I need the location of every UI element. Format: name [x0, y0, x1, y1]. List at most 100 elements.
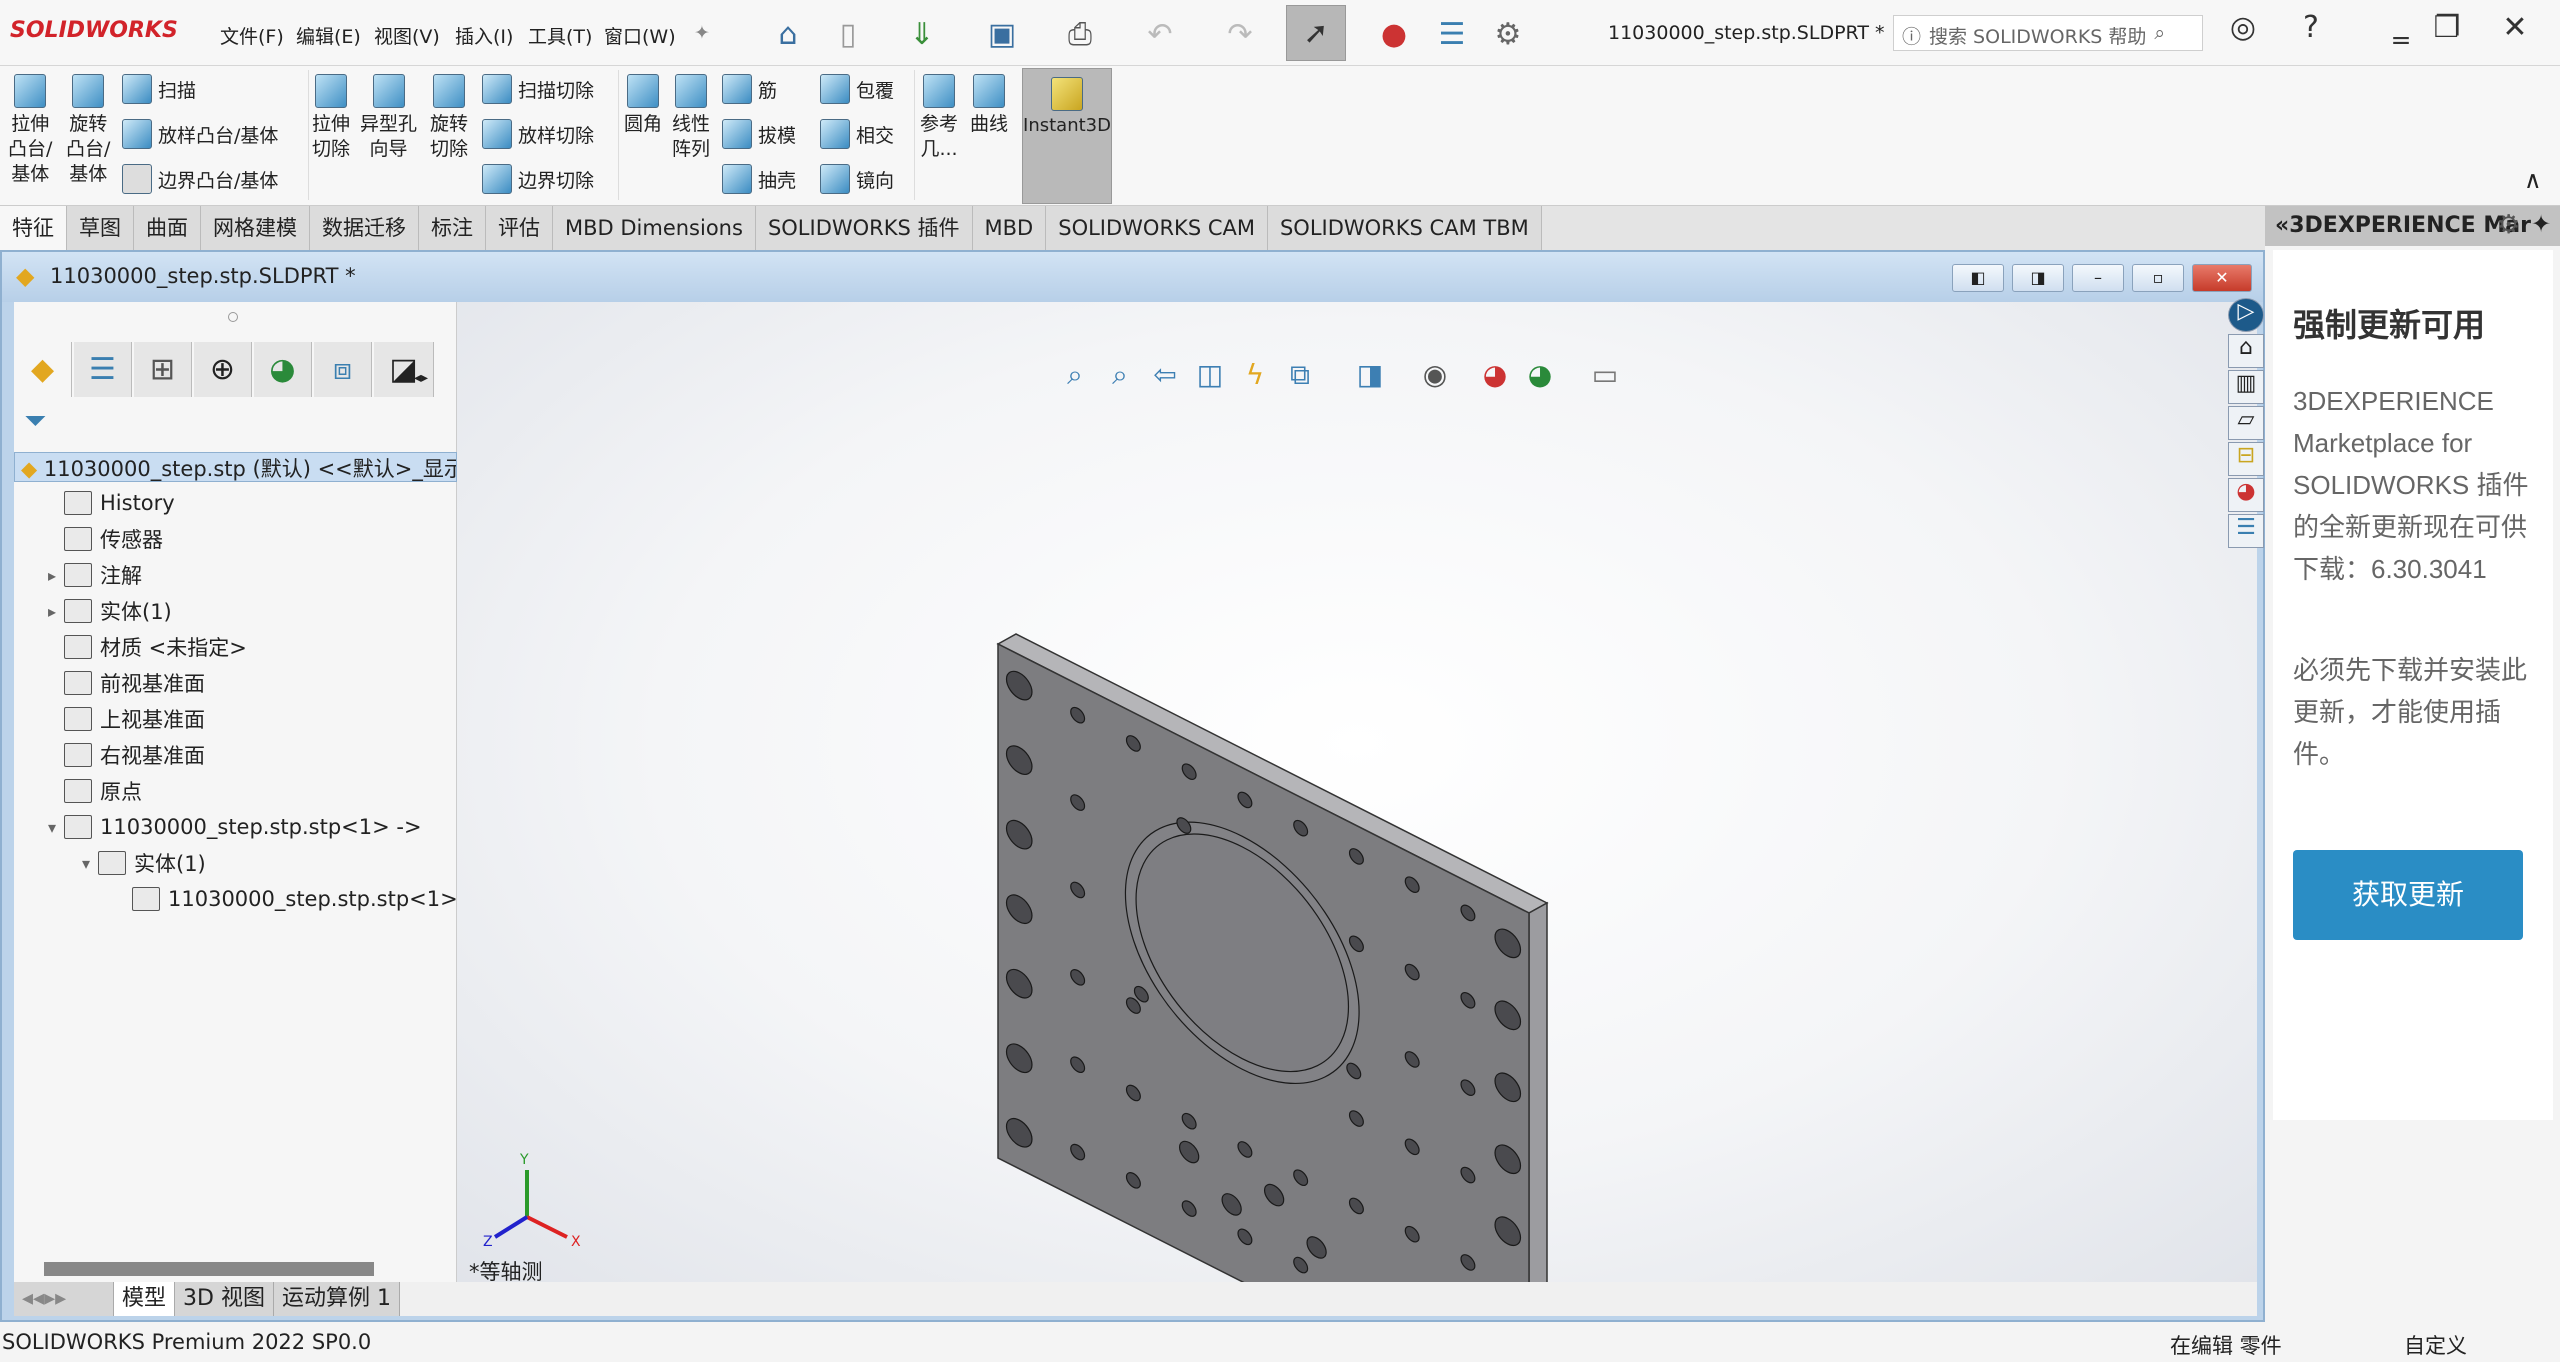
tab-0[interactable]: 特征: [0, 206, 67, 250]
intersect-button[interactable]: 相交: [820, 119, 894, 149]
search-icon[interactable]: ⌕: [2154, 22, 2165, 44]
undo-icon[interactable]: ↶: [1138, 12, 1182, 56]
filter-icon[interactable]: ⏷: [24, 404, 46, 438]
minimize-button[interactable]: ‗: [2378, 10, 2424, 56]
rebuild-traffic-light-icon[interactable]: ●: [1372, 12, 1416, 56]
user-icon[interactable]: ◎: [2220, 10, 2266, 56]
configuration-manager-tab[interactable]: ⊞: [134, 342, 192, 397]
dimxpert-tab[interactable]: ⊕: [194, 342, 252, 397]
doc-minimize-button[interactable]: –: [2072, 264, 2124, 292]
resources-home-icon[interactable]: ⌂: [2228, 334, 2264, 368]
extrude-cut-button[interactable]: 拉伸 切除: [312, 74, 350, 162]
revolve-cut-button[interactable]: 旋转 切除: [430, 74, 468, 162]
tree-item[interactable]: 传感器: [22, 522, 163, 556]
tree-item[interactable]: ▾ 实体(1): [22, 846, 206, 880]
help-question-icon[interactable]: ?: [2288, 10, 2334, 56]
menu-tools[interactable]: 工具(T): [528, 22, 592, 49]
linear-pattern-button[interactable]: 线性 阵列: [672, 74, 710, 162]
menu-file[interactable]: 文件(F): [220, 22, 284, 49]
horizontal-scrollbar[interactable]: [44, 1262, 374, 1276]
tree-item[interactable]: 材质 <未指定>: [22, 630, 247, 664]
collapse-ribbon-icon[interactable]: ∧: [2524, 166, 2542, 194]
close-button[interactable]: ✕: [2492, 10, 2538, 56]
tree-item[interactable]: History: [22, 486, 175, 520]
design-library-icon[interactable]: ▥: [2228, 370, 2264, 404]
redo-icon[interactable]: ↷: [1218, 12, 1262, 56]
tab-scroll-arrows[interactable]: ◂▸: [414, 370, 428, 386]
tab-10[interactable]: SOLIDWORKS CAM: [1046, 206, 1268, 250]
help-search-input[interactable]: ⓘ 搜索 SOLIDWORKS 帮助 ⌕: [1893, 15, 2203, 51]
tree-item[interactable]: 前视基准面: [22, 666, 205, 700]
tab-8[interactable]: SOLIDWORKS 插件: [755, 206, 973, 250]
tab-2[interactable]: 曲面: [134, 206, 201, 250]
expand-arrow-icon[interactable]: ▾: [22, 854, 90, 873]
tile-left-button[interactable]: ◧: [1952, 264, 2004, 292]
tree-item[interactable]: 右视基准面: [22, 738, 205, 772]
pin-icon[interactable]: ✦: [694, 22, 710, 44]
new-document-icon[interactable]: ▯: [826, 12, 870, 56]
home-icon[interactable]: ⌂: [766, 12, 810, 56]
expand-arrow-icon[interactable]: ▸: [22, 566, 56, 585]
instant3d-button[interactable]: Instant3D: [1022, 68, 1112, 204]
tab-7[interactable]: MBD Dimensions: [553, 206, 756, 250]
tree-item[interactable]: ▾ 11030000_step.stp.stp<1> ->: [22, 810, 422, 844]
tree-root-part[interactable]: ◆ 11030000_step.stp (默认) <<默认>_显示状: [14, 452, 457, 482]
menu-edit[interactable]: 编辑(E): [296, 22, 361, 49]
cam-feature-tab[interactable]: ⧈: [314, 342, 372, 397]
hole-wizard-button[interactable]: 异型孔 向导: [360, 74, 417, 162]
view-palette-icon[interactable]: ⊟: [2228, 442, 2264, 476]
appearances-icon[interactable]: ◕: [2228, 478, 2264, 512]
get-update-button[interactable]: 获取更新: [2293, 850, 2523, 940]
select-cursor-icon[interactable]: ➚: [1286, 5, 1346, 61]
boundary-boss-button[interactable]: 边界凸台/基体: [122, 164, 278, 194]
custom-properties-icon[interactable]: ☰: [2228, 514, 2264, 548]
pin-icon[interactable]: ✦: [2531, 210, 2551, 238]
feature-manager-tab[interactable]: ◆: [14, 342, 72, 397]
mirror-button[interactable]: 镜向: [820, 164, 894, 194]
shell-button[interactable]: 抽壳: [722, 164, 796, 194]
tab-3[interactable]: 网格建模: [201, 206, 310, 250]
fillet-button[interactable]: 圆角: [624, 74, 662, 137]
extrude-boss-button[interactable]: 拉伸 凸台/ 基体: [8, 74, 52, 187]
open-icon[interactable]: ⇓: [900, 12, 944, 56]
splitter-handle[interactable]: [228, 312, 238, 322]
revolve-boss-button[interactable]: 旋转 凸台/ 基体: [66, 74, 110, 187]
lofted-cut-button[interactable]: 放样切除: [482, 119, 594, 149]
tree-item[interactable]: ▸ 注解: [22, 558, 142, 592]
doc-restore-button[interactable]: ▫: [2132, 264, 2184, 292]
display-manager-tab[interactable]: ◕: [254, 342, 312, 397]
tree-item[interactable]: 原点: [22, 774, 142, 808]
save-icon[interactable]: ▣: [980, 12, 1024, 56]
property-manager-tab[interactable]: ☰: [74, 342, 132, 397]
tab-9[interactable]: MBD: [972, 206, 1047, 250]
expand-arrow-icon[interactable]: ▾: [22, 818, 56, 837]
draft-button[interactable]: 拔模: [722, 119, 796, 149]
boundary-cut-button[interactable]: 边界切除: [482, 164, 594, 194]
expand-arrow-icon[interactable]: ▸: [22, 602, 56, 621]
tree-item[interactable]: 11030000_step.stp.stp<1>: [22, 882, 458, 916]
doc-close-button[interactable]: ✕: [2192, 264, 2252, 292]
tab-6[interactable]: 评估: [486, 206, 553, 250]
menu-window[interactable]: 窗口(W): [604, 22, 676, 49]
rib-button[interactable]: 筋: [722, 74, 777, 104]
gear-icon[interactable]: ⚙: [2497, 210, 2520, 240]
menu-insert[interactable]: 插入(I): [455, 22, 513, 49]
file-properties-icon[interactable]: ☰: [1430, 12, 1474, 56]
wrap-button[interactable]: 包覆: [820, 74, 894, 104]
reference-geometry-button[interactable]: 参考 几...: [920, 74, 958, 162]
tab-motion-study[interactable]: 运动算例 1: [273, 1282, 400, 1316]
sweep-button[interactable]: 扫描: [122, 74, 196, 104]
file-explorer-icon[interactable]: ▱: [2228, 406, 2264, 440]
tab-3d-view[interactable]: 3D 视图: [175, 1282, 274, 1316]
tab-scroll-arrows[interactable]: ◂◂▸▸: [14, 1282, 114, 1316]
tab-4[interactable]: 数据迁移: [310, 206, 419, 250]
swept-cut-button[interactable]: 扫描切除: [482, 74, 594, 104]
tab-5[interactable]: 标注: [419, 206, 486, 250]
curves-button[interactable]: 曲线: [970, 74, 1008, 137]
menu-view[interactable]: 视图(V): [374, 22, 440, 49]
tile-right-button[interactable]: ◨: [2012, 264, 2064, 292]
loft-boss-button[interactable]: 放样凸台/基体: [122, 119, 278, 149]
3dexperience-icon[interactable]: ▷: [2228, 298, 2264, 332]
tab-model[interactable]: 模型: [114, 1282, 176, 1316]
options-gear-icon[interactable]: ⚙: [1486, 12, 1530, 56]
